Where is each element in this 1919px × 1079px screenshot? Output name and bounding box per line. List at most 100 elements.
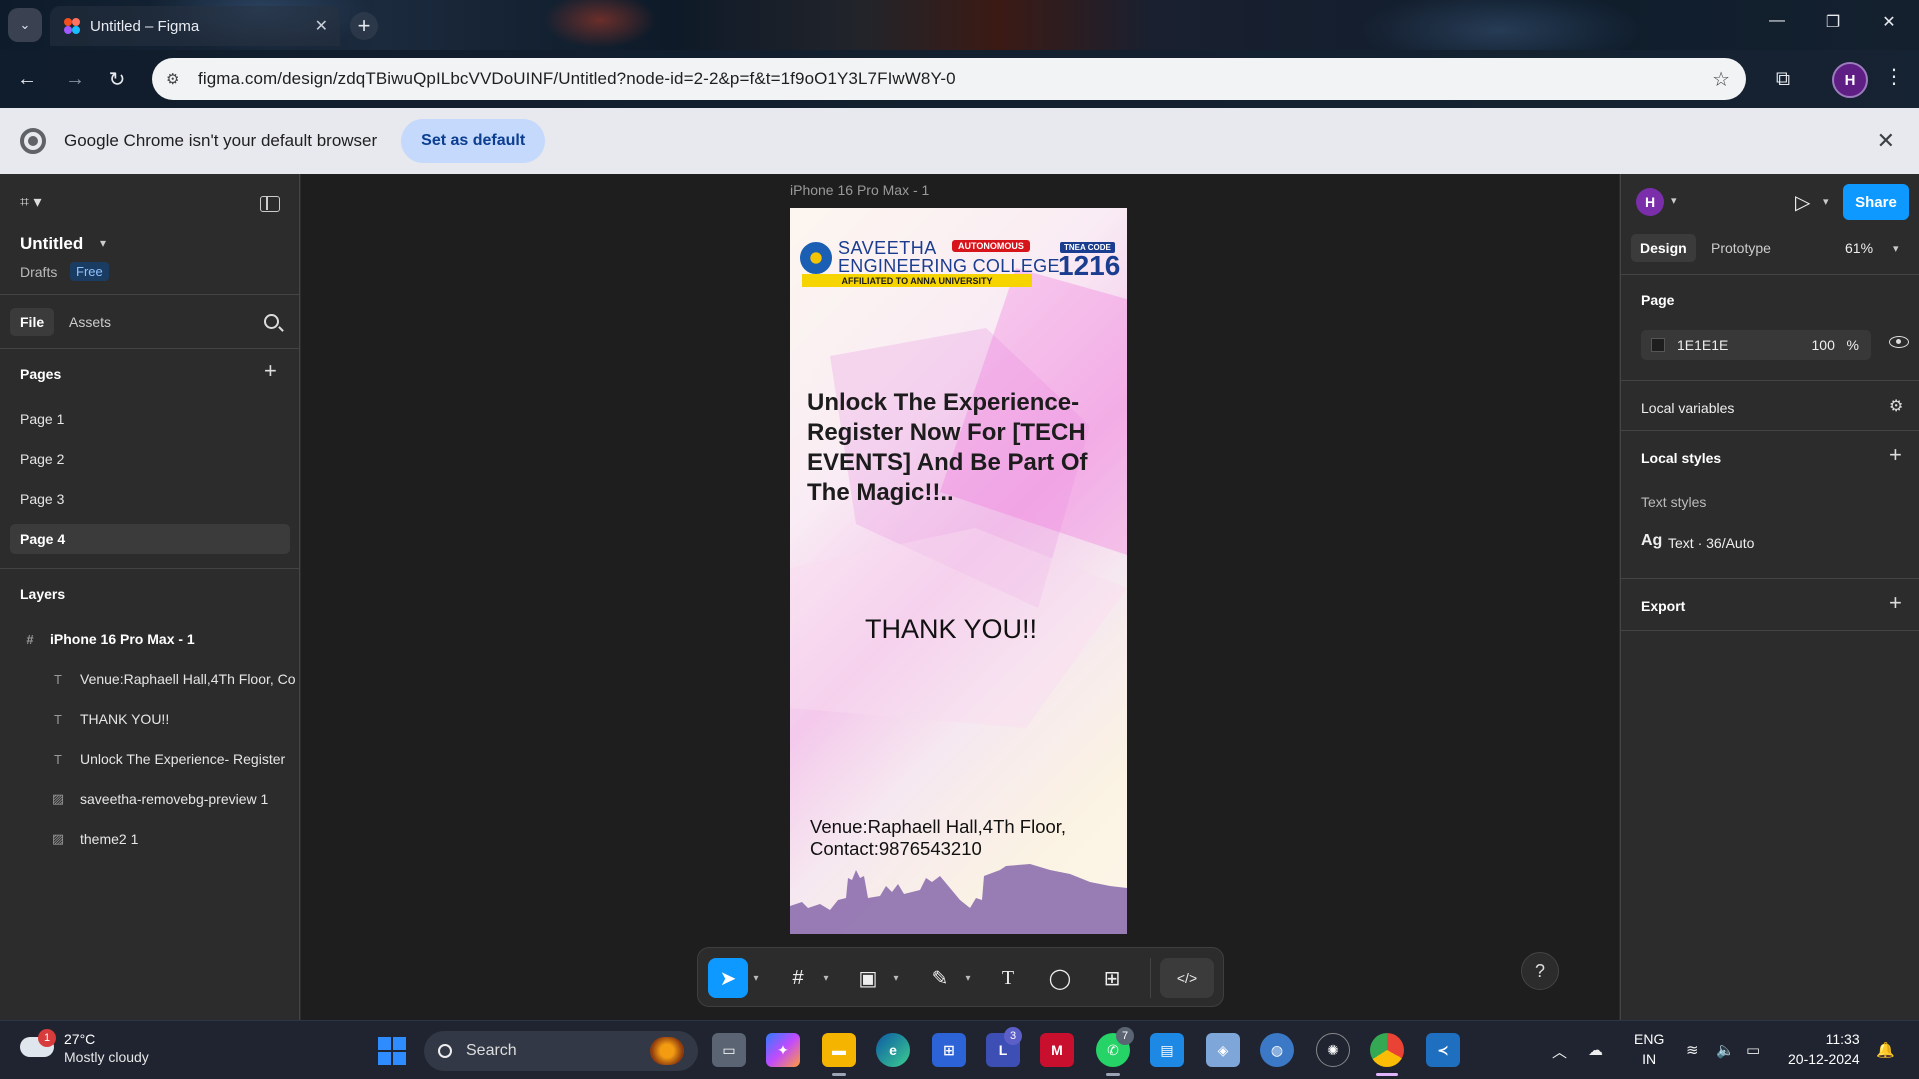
network-app-icon[interactable]: ◈ [1206, 1033, 1240, 1067]
page-item-2[interactable]: Page 2 [10, 444, 290, 474]
page-color-hex[interactable]: 1E1E1E [1677, 337, 1728, 353]
page-opacity[interactable]: 100 % [1812, 337, 1859, 353]
reload-icon[interactable]: ↻ [104, 66, 130, 92]
profile-avatar[interactable]: H [1832, 62, 1868, 98]
tab-assets[interactable]: Assets [69, 314, 111, 330]
chevron-down-icon[interactable]: ▾ [962, 958, 974, 998]
chevron-down-icon[interactable]: ▾ [100, 236, 106, 250]
chevron-down-icon[interactable]: ▾ [750, 958, 762, 998]
browser-tab-figma[interactable]: Untitled – Figma ✕ [50, 6, 340, 46]
close-window-icon[interactable]: ✕ [1876, 12, 1902, 32]
document-app-icon[interactable]: ▤ [1150, 1033, 1184, 1067]
chevron-down-icon[interactable]: ▾ [820, 958, 832, 998]
local-variables[interactable]: Local variables [1641, 400, 1734, 416]
add-page-icon[interactable]: + [264, 358, 277, 384]
bookmark-star-icon[interactable]: ☆ [1712, 67, 1730, 92]
page-item-4[interactable]: Page 4 [10, 524, 290, 554]
forward-icon[interactable]: → [62, 66, 88, 92]
text-style-name[interactable]: Text · 36/Auto [1668, 535, 1754, 551]
tab-prototype[interactable]: Prototype [1711, 240, 1771, 256]
new-tab-button[interactable]: + [350, 12, 378, 40]
volume-icon[interactable]: 🔈 [1716, 1041, 1735, 1059]
back-icon[interactable]: ← [14, 66, 40, 92]
figma-main-menu-icon[interactable]: ⌗ ▾ [20, 192, 42, 212]
layer-thanks-text[interactable]: T THANK YOU!! [0, 704, 300, 734]
search-icon[interactable] [264, 314, 279, 329]
figma-canvas[interactable]: iPhone 16 Pro Max - 1 SAVEETHA ENGINEERI… [301, 174, 1619, 1020]
chevron-down-icon[interactable]: ▾ [890, 958, 902, 998]
page-item-1[interactable]: Page 1 [10, 404, 290, 434]
local-styles-heading: Local styles [1641, 450, 1722, 466]
mcafee-icon[interactable]: M [1040, 1033, 1074, 1067]
file-explorer-icon[interactable]: ▬ [822, 1033, 856, 1067]
chevron-down-icon[interactable]: ▾ [1671, 194, 1677, 207]
user-avatar[interactable]: H [1636, 188, 1664, 216]
present-play-icon[interactable]: ▷ [1795, 190, 1810, 215]
text-style-sample[interactable]: Ag [1641, 532, 1662, 550]
poster-headline[interactable]: Unlock The Experience- Register Now For … [807, 388, 1107, 508]
tab-file[interactable]: File [10, 308, 55, 336]
notifications-bell-icon[interactable]: 🔔 [1876, 1041, 1895, 1059]
page-background-field[interactable]: 1E1E1E 100 % [1641, 330, 1871, 360]
poster-thanks[interactable]: THANK YOU!! [790, 614, 1112, 645]
task-view-icon[interactable]: ▭ [712, 1033, 746, 1067]
frame-tool-icon[interactable]: # [778, 958, 818, 998]
file-name[interactable]: Untitled [20, 234, 83, 254]
share-button[interactable]: Share [1843, 184, 1909, 220]
tab-close-icon[interactable]: ✕ [315, 16, 328, 36]
restore-icon[interactable]: ❐ [1820, 12, 1846, 32]
chrome-menu-icon[interactable]: ⋮ [1884, 64, 1904, 89]
page-item-3[interactable]: Page 3 [10, 484, 290, 514]
battery-icon[interactable]: ▭ [1746, 1041, 1760, 1059]
address-bar[interactable]: ⚙ figma.com/design/zdqTBiwuQpILbcVVDoUIN… [152, 58, 1746, 100]
tab-design[interactable]: Design [1631, 234, 1696, 262]
pen-tool-icon[interactable]: ✎ [920, 958, 960, 998]
layer-venue-text[interactable]: T Venue:Raphaell Hall,4Th Floor, Co [0, 664, 300, 694]
actions-tool-icon[interactable]: ⊞ [1092, 958, 1132, 998]
globe-app-icon[interactable]: ◍ [1260, 1033, 1294, 1067]
chevron-down-icon[interactable]: ▾ [1893, 242, 1899, 255]
move-tool-icon[interactable]: ➤ [708, 958, 748, 998]
iphone-frame[interactable]: SAVEETHA ENGINEERING COLLEGE AUTONOMOUS … [790, 208, 1127, 934]
chatgpt-icon[interactable]: ✺ [1316, 1033, 1350, 1067]
visibility-eye-icon[interactable] [1889, 336, 1909, 348]
set-as-default-button[interactable]: Set as default [401, 119, 546, 163]
add-style-icon[interactable]: + [1889, 442, 1902, 468]
windows-start-icon[interactable] [378, 1037, 406, 1065]
tab-search-button[interactable]: ⌄ [8, 8, 42, 42]
input-language[interactable]: ENG IN [1634, 1029, 1664, 1069]
minimize-icon[interactable]: — [1764, 12, 1790, 30]
frame-label[interactable]: iPhone 16 Pro Max - 1 [790, 182, 929, 198]
clock[interactable]: 11:33 20-12-2024 [1788, 1029, 1860, 1069]
extensions-icon[interactable]: ⧉ [1768, 64, 1798, 94]
college-logo[interactable]: SAVEETHA ENGINEERING COLLEGE AUTONOMOUS … [800, 238, 1120, 290]
file-location[interactable]: Drafts [20, 264, 57, 280]
chrome-icon[interactable] [1370, 1033, 1404, 1067]
edge-icon[interactable]: e [876, 1033, 910, 1067]
toggle-sidebar-icon[interactable] [260, 196, 280, 212]
image-tool-icon[interactable]: ▣ [848, 958, 888, 998]
add-export-icon[interactable]: + [1889, 590, 1902, 616]
copilot-icon[interactable]: ✦ [766, 1033, 800, 1067]
layer-headline-text[interactable]: T Unlock The Experience- Register [0, 744, 300, 774]
layer-frame[interactable]: # iPhone 16 Pro Max - 1 [0, 624, 300, 654]
wifi-icon[interactable]: ≋ [1686, 1041, 1699, 1059]
chevron-down-icon[interactable]: ▾ [1823, 195, 1829, 208]
taskbar-search[interactable]: Search [424, 1031, 698, 1071]
text-tool-icon[interactable]: T [988, 958, 1028, 998]
site-info-icon[interactable]: ⚙ [166, 70, 186, 88]
color-swatch[interactable] [1651, 338, 1665, 352]
onedrive-icon[interactable]: ☁ [1588, 1041, 1603, 1059]
show-hidden-icons[interactable]: ︿ [1552, 1041, 1567, 1062]
vscode-icon[interactable]: ≺ [1426, 1033, 1460, 1067]
dev-mode-toggle-icon[interactable]: </> [1160, 958, 1214, 998]
whatsapp-badge: 7 [1116, 1027, 1134, 1045]
variables-settings-icon[interactable]: ⚙ [1889, 396, 1903, 416]
comment-tool-icon[interactable]: ◯ [1040, 958, 1080, 998]
layer-logo-image[interactable]: ▨ saveetha-removebg-preview 1 [0, 784, 300, 814]
store-icon[interactable]: ⊞ [932, 1033, 966, 1067]
zoom-level[interactable]: 61% [1845, 240, 1873, 256]
layer-theme-image[interactable]: ▨ theme2 1 [0, 824, 300, 854]
help-button[interactable]: ? [1521, 952, 1559, 990]
infobar-close-icon[interactable]: ✕ [1877, 128, 1895, 154]
